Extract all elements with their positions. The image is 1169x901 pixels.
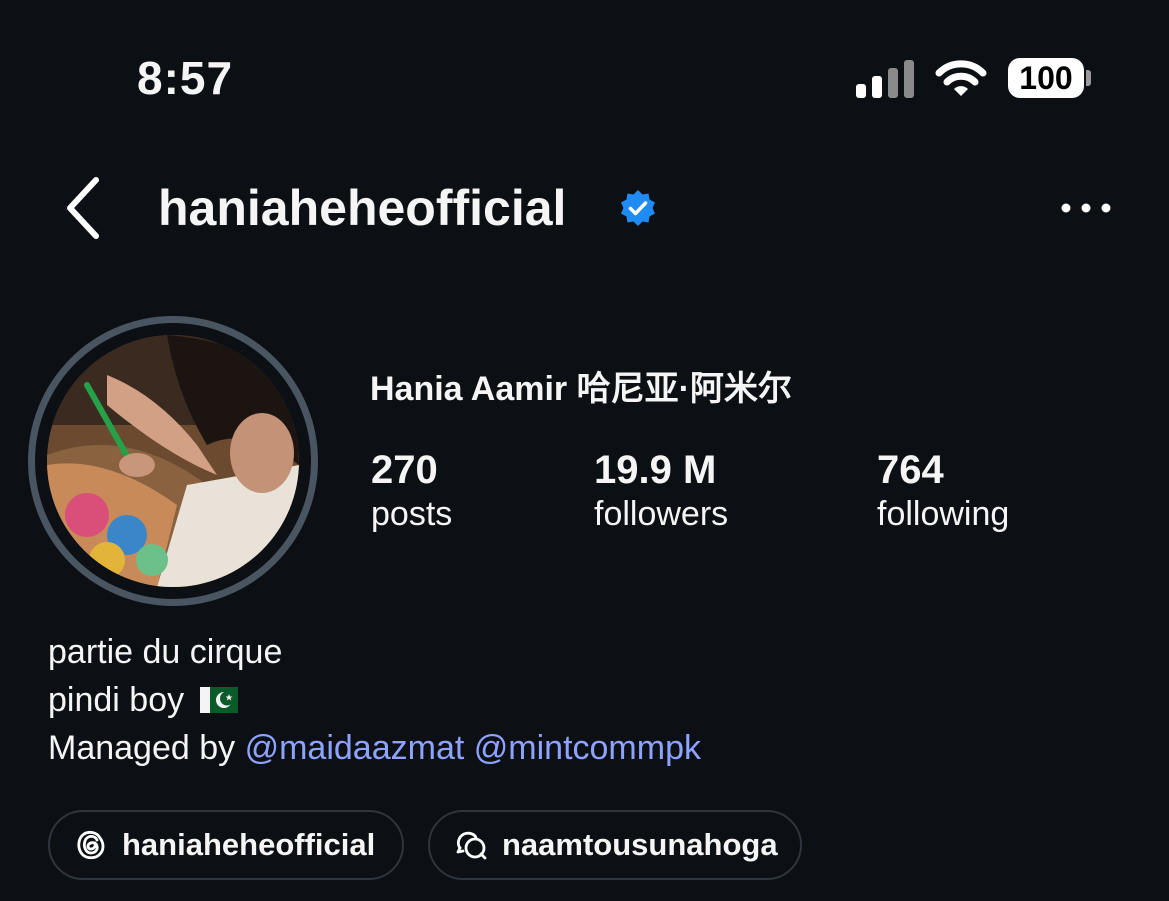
avatar[interactable] <box>28 316 318 606</box>
channel-link-label: naamtousunahoga <box>502 827 778 862</box>
channel-link-button[interactable]: naamtousunahoga <box>428 810 802 880</box>
verified-badge-icon <box>618 188 658 228</box>
mention-link-mintcommpk[interactable]: @mintcommpk <box>474 729 701 767</box>
cellular-signal-icon <box>856 58 916 98</box>
bio-line-2: pindi boy <box>48 676 238 724</box>
threads-link-button[interactable]: haniaheheofficial <box>48 810 404 880</box>
stat-followers[interactable]: 19.9 M followers <box>594 448 728 536</box>
managed-by-label: Managed by <box>48 729 245 767</box>
chevron-left-icon <box>67 177 99 239</box>
chat-bubbles-icon <box>454 828 488 862</box>
more-options-button[interactable] <box>1056 188 1116 228</box>
battery-tip <box>1086 70 1091 86</box>
stat-posts-value: 270 <box>371 448 438 492</box>
display-name: Hania Aamir 哈尼亚·阿米尔 <box>370 370 792 408</box>
battery-indicator: 100 <box>1008 58 1084 98</box>
bio-line-3: Managed by @maidaazmat @mintcommpk <box>48 724 701 772</box>
ellipsis-icon <box>1061 203 1111 213</box>
bio-line-1: partie du cirque <box>48 633 283 671</box>
back-button[interactable] <box>56 172 112 244</box>
status-time: 8:57 <box>137 52 234 104</box>
threads-link-label: haniaheheofficial <box>122 827 376 862</box>
stat-posts[interactable]: 270 posts <box>371 448 452 536</box>
stat-following[interactable]: 764 following <box>877 448 1009 536</box>
mention-link-maidaazmat[interactable]: @maidaazmat <box>245 729 465 767</box>
stat-followers-value: 19.9 M <box>594 448 717 492</box>
pakistan-flag-icon <box>199 678 238 713</box>
stat-followers-label: followers <box>594 495 729 533</box>
stat-following-label: following <box>877 495 1010 533</box>
avatar-image <box>47 335 299 587</box>
wifi-icon <box>934 58 988 100</box>
stat-following-value: 764 <box>877 448 944 492</box>
threads-icon <box>74 828 108 862</box>
stat-posts-label: posts <box>371 495 453 533</box>
bio-line-2-text: pindi boy <box>48 681 185 719</box>
profile-username: haniaheheofficial <box>158 180 567 236</box>
